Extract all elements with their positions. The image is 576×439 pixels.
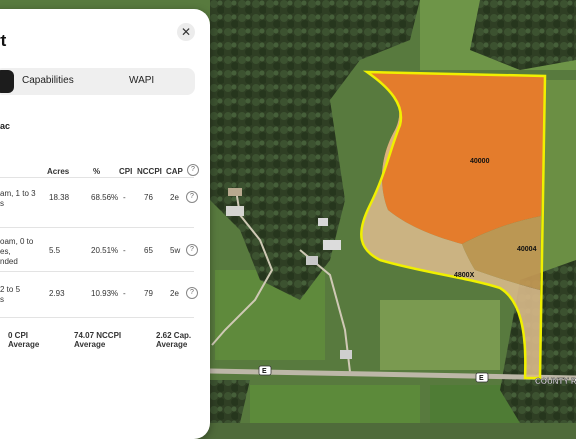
tab-capabilities[interactable]: Capabilities: [22, 75, 74, 86]
close-button[interactable]: ✕: [177, 23, 195, 41]
row-desc-line: s: [0, 199, 4, 208]
avg-cap-label: Average: [156, 340, 188, 349]
row-desc-line: s: [0, 295, 4, 304]
field: [380, 300, 500, 370]
avg-nccpi-label: Average: [74, 340, 106, 349]
row-cpi: -: [123, 193, 126, 202]
row-cap: 5w: [170, 246, 181, 255]
building: [228, 188, 242, 196]
row-cpi: -: [123, 289, 126, 298]
total-acres: ac: [0, 121, 11, 131]
help-icon[interactable]: ?: [186, 191, 198, 203]
avg-cpi: 0 CPI Average: [8, 331, 39, 349]
panel-title: rt: [0, 31, 7, 50]
row-cap: 2e: [170, 289, 179, 298]
help-icon[interactable]: ?: [186, 244, 198, 256]
row-acres: 18.38: [49, 193, 70, 202]
col-cap: CAP: [166, 167, 183, 176]
row-acres: 2.93: [49, 289, 65, 298]
divider: [0, 317, 194, 318]
row-nccpi: 76: [144, 193, 153, 202]
avg-cpi-value: 0 CPI: [8, 331, 29, 340]
col-acres: Acres: [47, 167, 70, 176]
row-desc-line: 2 to 5: [0, 285, 21, 294]
parcel-label-main: 40000: [470, 158, 490, 165]
divider: [0, 177, 194, 178]
row-acres: 5.5: [49, 246, 61, 255]
col-cpi: CPI: [119, 167, 133, 176]
building: [318, 218, 328, 226]
help-icon[interactable]: ?: [187, 164, 199, 176]
divider: [0, 227, 194, 228]
table-row[interactable]: am, 1 to 3 s 18.38 68.56% - 76 2e ?: [0, 179, 198, 223]
building: [323, 240, 341, 250]
tab-active[interactable]: [0, 70, 14, 93]
parcel-label-east: 40004: [517, 246, 537, 253]
road-shield-label: E: [479, 375, 484, 382]
avg-nccpi: 74.07 NCCPI Average: [74, 331, 121, 349]
row-pct: 68.56%: [91, 193, 119, 202]
field: [250, 385, 420, 423]
help-icon[interactable]: ?: [186, 287, 198, 299]
avg-cap: 2.62 Cap. Average: [156, 331, 191, 349]
row-desc-line: oam, 0 to: [0, 237, 34, 246]
building: [340, 350, 352, 359]
col-nccpi: NCCPI: [137, 167, 162, 176]
avg-cpi-label: Average: [8, 340, 40, 349]
building: [306, 256, 318, 265]
tab-bar: Capabilities WAPI: [0, 68, 195, 95]
row-cpi: -: [123, 246, 126, 255]
soil-report-panel: rt ✕ Capabilities WAPI ac Acres % CPI NC…: [0, 9, 210, 439]
row-nccpi: 65: [144, 246, 153, 255]
parcel-label-south: 4800X: [454, 272, 475, 279]
row-pct: 20.51%: [91, 246, 119, 255]
row-pct: 10.93%: [91, 289, 119, 298]
avg-nccpi-value: 74.07 NCCPI: [74, 331, 122, 340]
road-name-label: COUNTY R: [535, 377, 576, 386]
col-pct: %: [93, 167, 101, 176]
road-shield-label: E: [262, 368, 267, 375]
avg-cap-value: 2.62 Cap.: [156, 331, 192, 340]
building: [226, 206, 244, 216]
divider: [0, 271, 194, 272]
row-desc-line: nded: [0, 257, 18, 266]
table-row[interactable]: oam, 0 to es, nded 5.5 20.51% - 65 5w ?: [0, 229, 198, 273]
row-desc-line: es,: [0, 247, 11, 256]
tab-wapi[interactable]: WAPI: [129, 75, 154, 86]
row-cap: 2e: [170, 193, 179, 202]
table-row[interactable]: 2 to 5 s 2.93 10.93% - 79 2e ?: [0, 273, 198, 317]
row-nccpi: 79: [144, 289, 153, 298]
row-desc-line: am, 1 to 3: [0, 189, 36, 198]
